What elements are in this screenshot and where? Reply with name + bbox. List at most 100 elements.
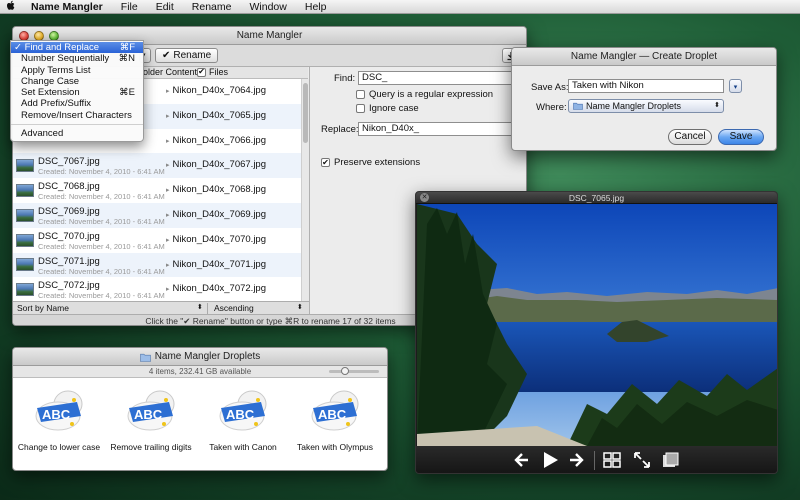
new-name-cell: ▸ Nikon_D40x_7069.jpg <box>166 209 266 220</box>
find-label: Find: <box>334 73 356 84</box>
arrow-right-icon: ▸ <box>166 112 170 120</box>
replace-label: Replace: <box>321 124 359 135</box>
menu-shortcut: ⌘F <box>119 42 135 53</box>
menu-item-find-replace[interactable]: ✓ Find and Replace ⌘F <box>11 42 143 54</box>
menu-item-label: Number Sequentially <box>21 53 110 65</box>
save-as-label: Save As: <box>531 82 569 93</box>
droplet-item[interactable]: ABC Change to lower case <box>13 388 105 453</box>
menu-item-advanced[interactable]: Advanced <box>11 128 143 139</box>
icon-size-slider[interactable] <box>329 367 379 375</box>
photo-thumbnail <box>16 184 34 198</box>
menu-item-label: Apply Terms List <box>21 64 91 76</box>
where-popup[interactable]: Name Mangler Droplets ⬍ <box>568 99 724 113</box>
find-input-value: DSC_ <box>362 72 388 83</box>
file-date: Created: November 4, 2010 - 6:41 AM <box>38 241 165 251</box>
arrow-left-icon[interactable] <box>514 450 530 470</box>
table-row[interactable]: DSC_7070.jpg Created: November 4, 2010 -… <box>13 228 301 253</box>
menu-shortcut: ⌘E <box>119 87 135 99</box>
sort-by-popup[interactable]: Sort by Name <box>17 303 69 313</box>
menu-file[interactable]: File <box>112 1 147 13</box>
menu-item-set-extension[interactable]: Set Extension ⌘E <box>11 87 143 98</box>
menu-item-apply-terms-list[interactable]: Apply Terms List <box>11 65 143 76</box>
cancel-label: Cancel <box>674 131 706 142</box>
save-button[interactable]: Save <box>718 129 764 145</box>
preserve-extensions-option[interactable]: ✔ Preserve extensions <box>321 157 420 168</box>
rename-button[interactable]: ✔ Rename <box>155 48 219 63</box>
menu-edit[interactable]: Edit <box>147 1 183 13</box>
menu-item-remove-insert[interactable]: Remove/Insert Characters <box>11 110 143 121</box>
arrow-right-icon[interactable] <box>568 450 584 470</box>
droplet-item[interactable]: ABC Taken with Olympus <box>289 388 381 453</box>
find-input[interactable]: DSC_ <box>358 71 524 85</box>
files-checkbox[interactable]: ✔ <box>197 67 206 77</box>
table-row[interactable]: DSC_7069.jpg Created: November 4, 2010 -… <box>13 202 301 228</box>
preserve-extensions-checkbox[interactable]: ✔ <box>321 158 330 167</box>
new-name-cell: ▸ Nikon_D40x_7071.jpg <box>166 259 266 270</box>
apple-menu-icon[interactable] <box>0 0 22 14</box>
arrow-right-icon: ▸ <box>166 187 170 195</box>
file-list-scrollbar[interactable] <box>301 79 309 301</box>
menu-rename[interactable]: Rename <box>183 1 241 13</box>
save-as-value: Taken with Nikon <box>572 80 644 91</box>
slider-knob[interactable] <box>341 367 349 375</box>
photo-preview <box>417 204 777 446</box>
add-to-iphoto-icon[interactable] <box>660 450 680 470</box>
play-icon[interactable] <box>540 450 560 470</box>
ignore-case-option[interactable]: Ignore case <box>356 103 419 114</box>
arrow-right-icon: ▸ <box>166 286 170 294</box>
menu-app-name[interactable]: Name Mangler <box>22 1 112 13</box>
table-row[interactable]: DSC_7072.jpg Created: November 4, 2010 -… <box>13 277 301 301</box>
new-file-name: Nikon_D40x_7072.jpg <box>172 283 266 295</box>
menu-item-number-sequentially[interactable]: Number Sequentially ⌘N <box>11 53 143 64</box>
new-file-name: Nikon_D40x_7070.jpg <box>172 233 266 245</box>
menu-help[interactable]: Help <box>296 1 336 13</box>
new-name-cell: ▸ Nikon_D40x_7064.jpg <box>166 85 266 96</box>
menu-window[interactable]: Window <box>241 1 296 13</box>
photo-thumbnail <box>16 258 34 272</box>
table-row[interactable]: DSC_7068.jpg Created: November 4, 2010 -… <box>13 178 301 203</box>
replace-input-value: Nikon_D40x_ <box>362 123 420 134</box>
droplet-icon: ABC <box>308 388 362 434</box>
grid-view-icon[interactable] <box>602 450 622 470</box>
close-icon[interactable]: ✕ <box>420 193 429 202</box>
droplet-item[interactable]: ABC Remove trailing digits <box>105 388 197 453</box>
droplets-info-bar: 4 items, 232.41 GB available <box>13 366 387 378</box>
files-option[interactable]: ✔ Files <box>197 67 228 77</box>
menu-item-add-prefix-suffix[interactable]: Add Prefix/Suffix <box>11 98 143 109</box>
droplets-window: Name Mangler Droplets 4 items, 232.41 GB… <box>12 347 388 471</box>
fullscreen-icon[interactable] <box>632 450 652 470</box>
photo-thumbnail <box>16 283 34 297</box>
menu-item-change-case[interactable]: Change Case <box>11 76 143 87</box>
chevron-down-icon: ▾ <box>733 84 738 91</box>
arrow-right-icon: ▸ <box>166 162 170 170</box>
arrow-right-icon: ▸ <box>166 88 170 95</box>
expand-button[interactable]: ▾ <box>729 79 742 93</box>
ignore-case-checkbox[interactable] <box>356 104 365 113</box>
folder-contents-label: older Contents <box>143 67 202 77</box>
folder-contents-option[interactable]: older Contents <box>143 67 202 77</box>
replace-input[interactable]: Nikon_D40x_ <box>358 122 524 136</box>
lake-photo <box>417 204 777 446</box>
menu-separator <box>11 121 143 128</box>
updown-arrows-icon: ⬍ <box>297 304 303 311</box>
scrollbar-thumb[interactable] <box>303 83 308 143</box>
file-name: DSC_7069.jpg <box>38 205 100 217</box>
droplet-item[interactable]: ABC Taken with Canon <box>197 388 289 453</box>
table-row[interactable]: DSC_7067.jpg Created: November 4, 2010 -… <box>13 153 301 179</box>
regex-checkbox[interactable] <box>356 90 365 99</box>
updown-arrows-icon: ⬍ <box>197 304 203 311</box>
droplet-label: Remove trailing digits <box>110 442 192 452</box>
where-value: Name Mangler Droplets <box>586 101 682 111</box>
rename-method-menu[interactable]: ✓ Find and Replace ⌘F Number Sequentially… <box>10 40 144 143</box>
cancel-button[interactable]: Cancel <box>668 129 712 145</box>
table-row[interactable]: DSC_7071.jpg Created: November 4, 2010 -… <box>13 252 301 278</box>
photo-thumbnail <box>16 159 34 173</box>
svg-text:ABC: ABC <box>318 407 347 422</box>
updown-arrows-icon: ⬍ <box>714 102 720 109</box>
droplet-icon: ABC <box>216 388 270 434</box>
sort-order-popup[interactable]: Ascending <box>207 303 254 314</box>
regex-option[interactable]: Query is a regular expression <box>356 89 493 100</box>
save-as-input[interactable]: Taken with Nikon <box>568 79 724 93</box>
new-name-cell: ▸ Nikon_D40x_7072.jpg <box>166 283 266 294</box>
droplet-titlebar: Name Mangler — Create Droplet <box>512 48 776 66</box>
